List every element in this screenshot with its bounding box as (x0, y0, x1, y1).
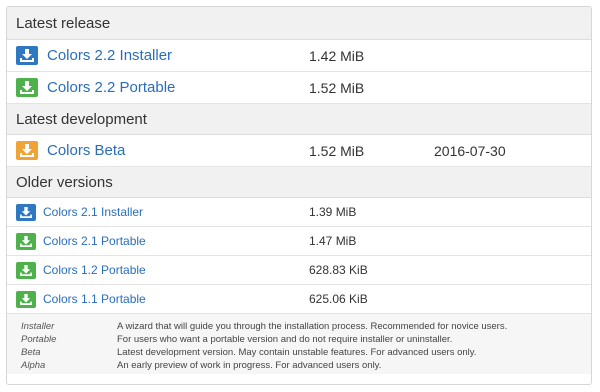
legend: Installer A wizard that will guide you t… (7, 314, 591, 374)
legend-term: Portable (21, 334, 57, 345)
download-row[interactable]: Colors Beta 1.52 MiB 2016-07-30 (7, 135, 591, 167)
download-row[interactable]: Colors 1.2 Portable 628.83 KiB (7, 256, 591, 285)
file-size: 1.42 MiB (309, 47, 365, 64)
file-size: 1.39 MiB (309, 205, 357, 219)
legend-description: For users who want a portable version an… (117, 334, 453, 345)
download-link[interactable]: Colors 1.2 Portable (43, 263, 146, 277)
section-header-latest-release: Latest release (7, 7, 591, 40)
section-header-older-versions: Older versions (7, 167, 591, 198)
download-icon[interactable] (16, 78, 38, 97)
file-size: 628.83 KiB (309, 263, 368, 277)
section-title: Older versions (16, 173, 113, 191)
section-header-latest-development: Latest development (7, 104, 591, 135)
section-title: Latest release (16, 14, 111, 32)
file-size: 1.47 MiB (309, 234, 357, 248)
legend-description: A wizard that will guide you through the… (117, 321, 508, 332)
download-link[interactable]: Colors 2.1 Portable (43, 234, 146, 248)
legend-item: Alpha An early preview of work in progre… (7, 359, 591, 372)
download-icon[interactable] (16, 290, 36, 308)
download-row[interactable]: Colors 2.1 Installer 1.39 MiB (7, 198, 591, 227)
download-link[interactable]: Colors 2.2 Portable (47, 79, 175, 96)
legend-item: Installer A wizard that will guide you t… (7, 320, 591, 333)
download-row[interactable]: Colors 2.2 Portable 1.52 MiB (7, 72, 591, 104)
download-icon[interactable] (16, 46, 38, 65)
file-size: 625.06 KiB (309, 292, 368, 306)
download-link[interactable]: Colors 1.1 Portable (43, 292, 146, 306)
download-icon[interactable] (16, 141, 38, 160)
download-icon[interactable] (16, 203, 36, 221)
legend-description: An early preview of work in progress. Fo… (117, 360, 382, 371)
download-icon[interactable] (16, 232, 36, 250)
download-row[interactable]: Colors 2.1 Portable 1.47 MiB (7, 227, 591, 256)
downloads-panel: Latest release Colors 2.2 Installer 1.42… (6, 6, 592, 385)
legend-term: Beta (21, 347, 41, 358)
download-icon[interactable] (16, 261, 36, 279)
legend-term: Alpha (21, 360, 46, 371)
download-link[interactable]: Colors 2.1 Installer (43, 205, 143, 219)
download-row[interactable]: Colors 2.2 Installer 1.42 MiB (7, 40, 591, 72)
download-link[interactable]: Colors 2.2 Installer (47, 47, 172, 64)
release-date: 2016-07-30 (434, 142, 506, 159)
download-row[interactable]: Colors 1.1 Portable 625.06 KiB (7, 285, 591, 314)
legend-item: Beta Latest development version. May con… (7, 346, 591, 359)
download-link[interactable]: Colors Beta (47, 142, 125, 159)
file-size: 1.52 MiB (309, 142, 365, 159)
legend-term: Installer (21, 321, 55, 332)
legend-item: Portable For users who want a portable v… (7, 333, 591, 346)
legend-description: Latest development version. May contain … (117, 347, 477, 358)
file-size: 1.52 MiB (309, 79, 365, 96)
section-title: Latest development (16, 110, 147, 128)
